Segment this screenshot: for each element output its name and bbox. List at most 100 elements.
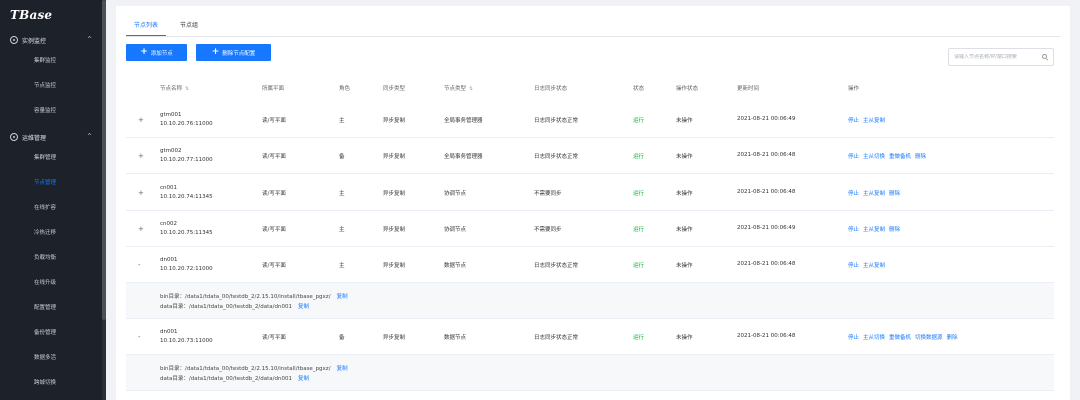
action-link[interactable]: 删除: [889, 191, 900, 197]
add-node-label: 添加节点: [150, 50, 173, 57]
row-actions: 停止 主从复制: [848, 116, 889, 124]
node-type: 全局事务管理器: [444, 154, 483, 160]
action-link[interactable]: 主从复制: [863, 191, 885, 197]
sidebar-item-multi-active[interactable]: 数据多活: [0, 346, 102, 371]
collapse-icon[interactable]: -: [138, 261, 141, 269]
node-role: 主: [339, 191, 345, 197]
log-sync-status: 日志同步状态正常: [534, 118, 579, 124]
expand-icon[interactable]: +: [138, 189, 144, 197]
sidebar-group-label: 实例监控: [22, 37, 47, 45]
sidebar-scrollbar[interactable]: [102, 0, 106, 400]
node-name: cn002: [160, 221, 178, 227]
sidebar-item-capacity-monitor[interactable]: 容量监控: [0, 99, 102, 124]
sidebar-group-ops[interactable]: 运维管理 ^: [0, 128, 102, 146]
node-type: 协调节点: [444, 191, 467, 197]
chevron-up-icon: ^: [86, 133, 92, 140]
op-status: 未操作: [676, 118, 693, 124]
action-link[interactable]: 主从复制: [863, 118, 885, 124]
sync-type: 异步复制: [383, 227, 406, 233]
node-role: 主: [339, 263, 345, 269]
action-link[interactable]: 主从复制: [863, 263, 885, 269]
sidebar-item-hot-cold-migrate[interactable]: 冷热迁移: [0, 221, 102, 246]
update-time: 2021-08-21 00:06:48: [737, 333, 796, 339]
sidebar-item-cluster-manage[interactable]: 集群管理: [0, 146, 102, 171]
sort-icon[interactable]: ⇅: [469, 86, 473, 92]
table-row: + cn002 10.10.20.75:11345 读/写平面 主 异步复制 协调节点 不需要…: [126, 211, 1054, 247]
update-time: 2021-08-21 00:06:48: [737, 152, 796, 158]
action-link[interactable]: 停止: [848, 335, 859, 341]
node-status: 运行: [633, 335, 645, 341]
action-link[interactable]: 删除: [915, 154, 926, 160]
log-sync-status: 日志同步状态正常: [534, 335, 579, 341]
action-link[interactable]: 删除: [889, 227, 900, 233]
node-name-cell: dn001 10.10.20.72:11000: [160, 256, 213, 274]
collapse-icon[interactable]: -: [138, 333, 141, 341]
action-link[interactable]: 重做备机: [889, 154, 911, 160]
col-header-name[interactable]: 节点名称 ⇅: [160, 84, 189, 92]
node-address: 10.10.20.73:11000: [160, 338, 213, 344]
sidebar-item-online-upgrade[interactable]: 在线升级: [0, 271, 102, 296]
sidebar-item-config-manage[interactable]: 配置管理: [0, 296, 102, 321]
col-header-sync-type: 同步类型: [383, 86, 406, 92]
search-box[interactable]: [948, 48, 1054, 66]
data-dir-path: data目录：/data1/tdata_00/testdb_2/data/dn0…: [160, 376, 292, 382]
node-role: 备: [339, 335, 345, 341]
node-name-cell: cn001 10.10.20.74:11345: [160, 184, 213, 202]
expand-icon[interactable]: +: [138, 116, 144, 124]
sidebar-group-label: 运维管理: [22, 134, 47, 142]
tab-node-list[interactable]: 节点列表: [126, 16, 167, 36]
action-link[interactable]: 重做备机: [889, 335, 911, 341]
sidebar-item-node-manage[interactable]: 节点管理: [0, 171, 102, 196]
update-time: 2021-08-21 00:06:48: [737, 261, 796, 267]
row-actions: 停止 主从复制: [848, 261, 889, 269]
node-address: 10.10.20.75:11345: [160, 230, 213, 236]
col-header-plane: 所属平面: [262, 86, 285, 92]
action-link[interactable]: 主从切换: [863, 335, 885, 341]
action-link[interactable]: 停止: [848, 191, 859, 197]
node-plane: 读/写平面: [262, 154, 286, 160]
copy-link[interactable]: 复制: [337, 294, 348, 300]
action-link[interactable]: 删除: [947, 335, 958, 341]
sort-icon[interactable]: ⇅: [185, 86, 189, 92]
action-link[interactable]: 停止: [848, 118, 859, 124]
node-name: gtm001: [160, 112, 182, 118]
sidebar-item-node-monitor[interactable]: 节点监控: [0, 74, 102, 99]
search-icon[interactable]: [1042, 54, 1047, 59]
action-link[interactable]: 停止: [848, 154, 859, 160]
sidebar-item-online-scale[interactable]: 在线扩容: [0, 196, 102, 221]
row-detail: bin目录：/data1/tdata_00/testdb_2/2.15.10/i…: [126, 283, 1054, 319]
node-name: dn001: [160, 257, 178, 263]
node-status: 运行: [633, 191, 645, 197]
expand-icon[interactable]: +: [138, 225, 144, 233]
action-link[interactable]: 停止: [848, 263, 859, 269]
col-header-node-type[interactable]: 节点类型 ⇅: [444, 84, 473, 92]
row-actions: 停止 主从复制 删除: [848, 225, 904, 233]
col-header-update-time: 更新时间: [737, 86, 760, 92]
copy-link[interactable]: 复制: [298, 304, 309, 310]
copy-link[interactable]: 复制: [298, 376, 309, 382]
search-input[interactable]: [954, 54, 1038, 60]
log-sync-status: 日志同步状态正常: [534, 154, 579, 160]
action-link[interactable]: 停止: [848, 227, 859, 233]
action-link[interactable]: 主从切换: [863, 154, 885, 160]
node-status: 运行: [633, 118, 645, 124]
table-row: - dn001 10.10.20.73:11000 读/写平面 备 异步复制 数据节点 日志同…: [126, 319, 1054, 355]
sidebar-group-monitor[interactable]: 实例监控 ^: [0, 31, 102, 49]
op-status: 未操作: [676, 263, 693, 269]
expand-icon[interactable]: +: [138, 152, 144, 160]
sidebar-item-cluster-monitor[interactable]: 集群监控: [0, 49, 102, 74]
add-node-button[interactable]: + 添加节点: [126, 44, 187, 61]
sidebar-item-load-balance[interactable]: 负载均衡: [0, 246, 102, 271]
remove-node-config-label: 删除节点配置: [222, 50, 256, 57]
table-row: + gtm001 10.10.20.76:11000 读/写平面 主 异步复制 全局事务管理…: [126, 102, 1054, 138]
scrollbar-thumb[interactable]: [102, 0, 106, 320]
action-link[interactable]: 主从复制: [863, 227, 885, 233]
node-name: gtm002: [160, 148, 182, 154]
copy-link[interactable]: 复制: [337, 366, 348, 372]
sidebar-item-backup-manage[interactable]: 备份管理: [0, 321, 102, 346]
tab-node-group[interactable]: 节点组: [172, 16, 206, 36]
node-plane: 读/写平面: [262, 191, 286, 197]
remove-node-config-button[interactable]: + 删除节点配置: [196, 44, 271, 61]
action-link[interactable]: 切换数据源: [915, 335, 943, 341]
sidebar-item-cross-city-switch[interactable]: 跨城切换: [0, 371, 102, 396]
